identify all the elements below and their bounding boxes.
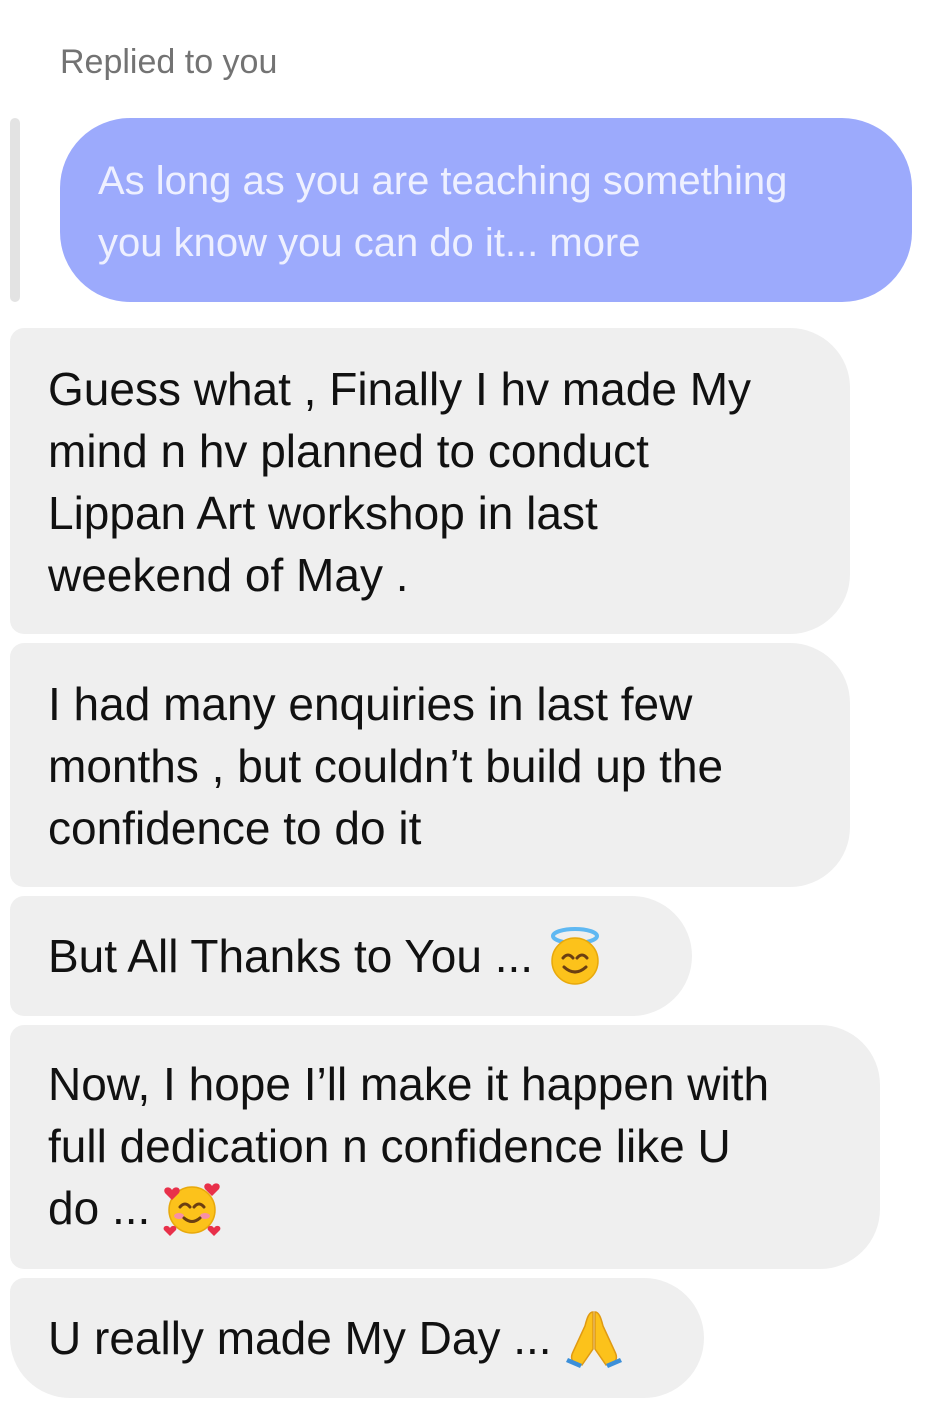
message-text: But All Thanks to You ...: [48, 930, 534, 982]
reply-context-label: Replied to you: [60, 43, 278, 81]
message-bubble[interactable]: Now, I hope I’ll make it happen with ful…: [10, 1025, 880, 1269]
message-line: Lippan Art workshop in last: [48, 487, 598, 539]
message-line: But All Thanks to You ...: [48, 925, 692, 990]
smiling-face-with-halo-icon: [545, 926, 605, 986]
message-line: weekend of May .: [48, 549, 409, 601]
message-line: months , but couldn’t build up the: [48, 740, 724, 792]
message-line: Guess what , Finally I hv made My: [48, 363, 752, 415]
message-line: do ...: [48, 1177, 880, 1242]
message-bubble[interactable]: U really made My Day ...: [10, 1278, 704, 1398]
quoted-message-line: you know you can do it... more: [98, 221, 641, 265]
quoted-message-line: As long as you are teaching something: [98, 159, 788, 203]
smiling-face-with-hearts-icon: [162, 1178, 222, 1238]
message-bubble[interactable]: I had many enquiries in last few months …: [10, 643, 850, 887]
message-text: do ...: [48, 1182, 151, 1234]
message-text: U really made My Day ...: [48, 1312, 552, 1364]
message-bubble[interactable]: Guess what , Finally I hv made My mind n…: [10, 328, 850, 634]
message-line: Now, I hope I’ll make it happen with: [48, 1058, 770, 1110]
reply-indicator-bar: [10, 118, 20, 302]
quoted-message-bubble[interactable]: As long as you are teaching something yo…: [60, 118, 912, 302]
message-line: U really made My Day ...: [48, 1307, 704, 1372]
folded-hands-icon: [564, 1308, 624, 1368]
message-line: full dedication n confidence like U: [48, 1120, 731, 1172]
message-bubble[interactable]: But All Thanks to You ...: [10, 896, 692, 1016]
message-line: confidence to do it: [48, 802, 422, 854]
message-line: I had many enquiries in last few: [48, 678, 693, 730]
message-line: mind n hv planned to conduct: [48, 425, 649, 477]
